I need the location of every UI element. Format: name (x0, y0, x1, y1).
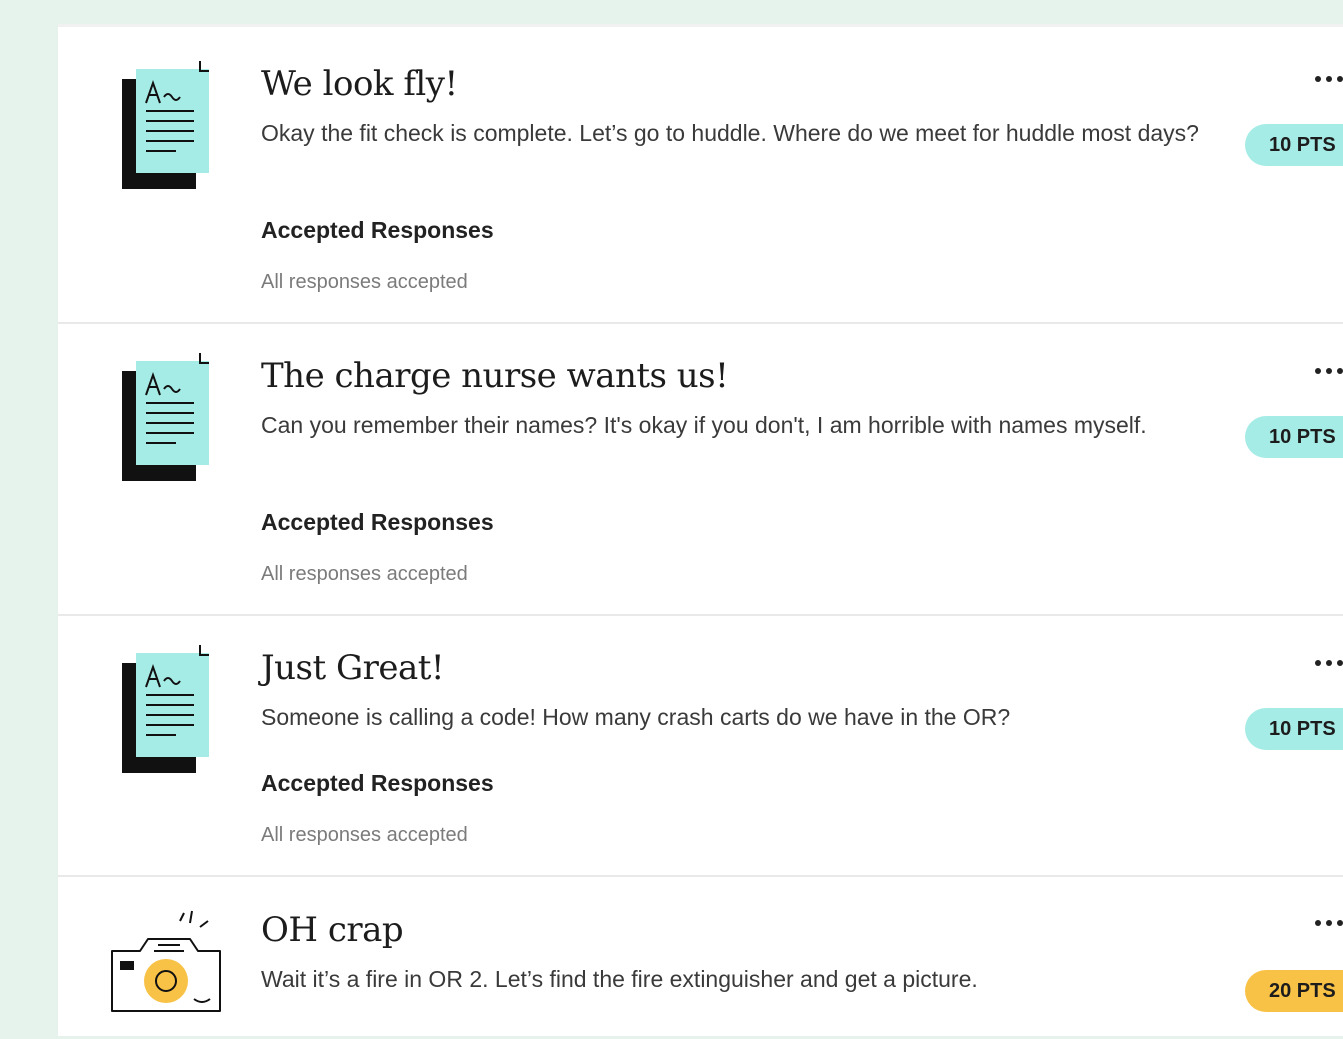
camera-icon (111, 910, 221, 1012)
task-item[interactable]: Just Great! Someone is calling a code! H… (58, 616, 1343, 875)
points-badge: 10 PTS (1245, 124, 1343, 166)
accepted-responses-heading: Accepted Responses (261, 509, 494, 535)
task-list: We look fly! Okay the fit check is compl… (58, 24, 1343, 1036)
task-title: We look fly! (261, 64, 458, 104)
task-item[interactable]: OH crap Wait it’s a fire in OR 2. Let’s … (58, 877, 1343, 1039)
task-description: Okay the fit check is complete. Let’s go… (261, 120, 1199, 146)
more-options-icon[interactable] (1315, 361, 1343, 381)
task-item[interactable]: The charge nurse wants us! Can you remem… (58, 324, 1343, 614)
task-description: Wait it’s a fire in OR 2. Let’s find the… (261, 966, 978, 992)
task-title: OH crap (261, 910, 404, 950)
document-icon (122, 61, 209, 189)
task-description: Can you remember their names? It's okay … (261, 412, 1147, 438)
points-badge: 20 PTS (1245, 970, 1343, 1012)
task-title: The charge nurse wants us! (261, 356, 729, 396)
accepted-responses-heading: Accepted Responses (261, 217, 494, 243)
task-item[interactable]: We look fly! Okay the fit check is compl… (58, 27, 1343, 322)
points-badge: 10 PTS (1245, 708, 1343, 750)
accepted-responses-text: All responses accepted (261, 271, 468, 293)
points-badge: 10 PTS (1245, 416, 1343, 458)
document-icon (122, 353, 209, 481)
more-options-icon[interactable] (1315, 69, 1343, 89)
accepted-responses-text: All responses accepted (261, 824, 468, 846)
accepted-responses-text: All responses accepted (261, 563, 468, 585)
task-description: Someone is calling a code! How many cras… (261, 704, 1011, 730)
accepted-responses-heading: Accepted Responses (261, 770, 494, 796)
task-title: Just Great! (261, 648, 445, 688)
document-icon (122, 645, 209, 773)
more-options-icon[interactable] (1315, 913, 1343, 933)
more-options-icon[interactable] (1315, 653, 1343, 673)
